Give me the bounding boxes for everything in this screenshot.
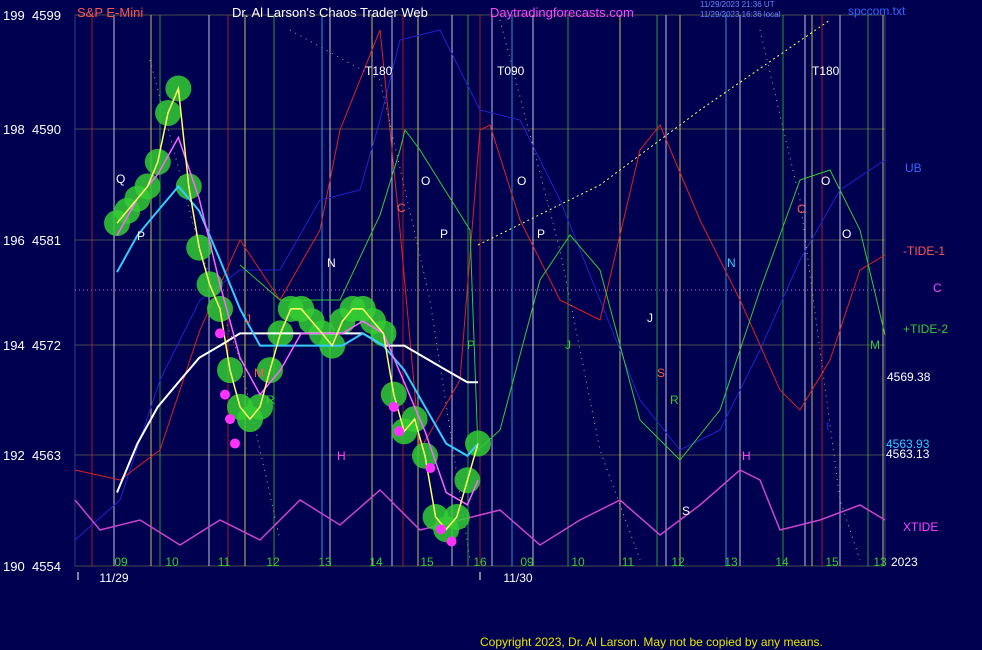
letter-annotation: J: [565, 338, 571, 352]
y-label-price: 4581: [32, 233, 61, 248]
y-label-price: 4563: [32, 448, 61, 463]
letter-annotation: P: [467, 338, 475, 352]
x-hour-label: 11: [622, 555, 635, 569]
x-hour-label: 10: [571, 555, 585, 569]
value-label: 4563.13: [886, 447, 930, 461]
letter-annotation: C: [397, 201, 406, 215]
y-label-price: 4554: [32, 559, 61, 574]
x-hour-label: 09: [520, 555, 534, 569]
cycle-label: T180: [812, 64, 840, 78]
x-hour-label: 15: [825, 555, 839, 569]
letter-annotation: H: [742, 449, 751, 463]
date-label: 11/29: [99, 571, 128, 585]
turn-marker: [446, 536, 457, 547]
timestamp-ut: 11/29/2023 21:36 UT: [700, 0, 775, 9]
cycle-label: T090: [497, 64, 525, 78]
letter-annotation: P: [440, 227, 448, 241]
turn-marker: [394, 426, 404, 437]
year-label: 2023: [891, 555, 918, 569]
turn-marker: [435, 524, 446, 535]
letter-annotation: J: [245, 312, 251, 326]
y-label-price: 4599: [32, 8, 61, 23]
dotted-cycle: [759, 29, 861, 561]
y-label-left: 196: [3, 233, 25, 248]
letter-annotation: H: [337, 449, 346, 463]
x-hour-label: 14: [775, 555, 789, 569]
instrument-label: S&P E-Mini: [77, 5, 144, 20]
letter-annotation: R: [266, 393, 275, 407]
turn-marker: [225, 414, 235, 425]
y-label-left: 194: [3, 338, 25, 353]
y-label-left: 190: [3, 559, 25, 574]
letter-annotation: O: [821, 174, 830, 188]
letter-annotation: P: [137, 229, 145, 243]
y-label-left: 198: [3, 122, 25, 137]
y-label-price: 4572: [32, 338, 61, 353]
date-label: 11/30: [503, 571, 532, 585]
y-label-left: 192: [3, 448, 25, 463]
copyright-text: Copyright 2023, Dr. Al Larson. May not b…: [480, 635, 823, 649]
turn-marker: [425, 463, 436, 474]
letter-annotation: C: [797, 202, 806, 216]
x-hour-label: 12: [266, 555, 280, 569]
letter-annotation: O: [842, 227, 851, 241]
letter-annotation: R: [670, 393, 679, 407]
turn-marker: [388, 401, 399, 412]
chart-title: Dr. Al Larson's Chaos Trader Web: [232, 5, 428, 20]
letter-annotation: S: [657, 366, 665, 380]
x-hour-label: 11: [218, 555, 231, 569]
filename-label: spccom.txt: [848, 4, 906, 18]
letter-annotation: J: [647, 311, 653, 325]
x-hour-label: 13: [873, 555, 887, 569]
price-series: [104, 75, 491, 547]
website-link[interactable]: Daytradingforecasts.com: [490, 5, 634, 20]
letter-annotation: P: [537, 227, 545, 241]
x-hour-label: 13: [318, 555, 332, 569]
tide-1-label: -TIDE-1: [903, 244, 945, 258]
turn-marker: [220, 389, 230, 400]
dotted-cycle: [289, 29, 471, 561]
y-label-price: 4590: [32, 122, 61, 137]
c-label: C: [933, 281, 942, 295]
value-label: 4569.38: [887, 370, 931, 384]
letter-annotation: t: [826, 419, 830, 433]
x-hour-label: 15: [420, 555, 434, 569]
timestamp-local: 11/29/2023 16:36 local: [700, 10, 781, 19]
chart-labels: 199 4599 198 4590 196 4581 194 4572 192 4563 190 45…: [3, 8, 948, 585]
turn-marker: [230, 438, 240, 449]
tide-2-curve: [239, 128, 886, 461]
xtide-label: XTIDE: [903, 520, 938, 534]
chaos-chart: 199 4599 198 4590 196 4581 194 4572 192 4563 190 45…: [3, 8, 948, 585]
x-hour-label: 16: [473, 555, 487, 569]
x-hour-label: 10: [165, 555, 179, 569]
x-hour-label: 12: [671, 555, 685, 569]
cycle-label: T180: [365, 64, 393, 78]
letter-annotation: O: [421, 174, 430, 188]
x-hour-label: 09: [114, 555, 128, 569]
letter-annotation: N: [727, 256, 736, 270]
y-label-left: 199: [3, 8, 25, 23]
letter-annotation: N: [327, 256, 336, 270]
x-hour-label: 13: [724, 555, 738, 569]
letter-annotation: M: [254, 366, 264, 380]
turn-marker: [215, 328, 225, 339]
letter-annotation: M: [870, 338, 880, 352]
letter-annotation: O: [517, 174, 526, 188]
tide-2-label: +TIDE-2: [903, 322, 948, 336]
ub-label: UB: [905, 161, 922, 175]
x-hour-label: 14: [369, 555, 383, 569]
letter-annotation: Q: [116, 172, 125, 186]
letter-annotation: S: [682, 504, 690, 518]
